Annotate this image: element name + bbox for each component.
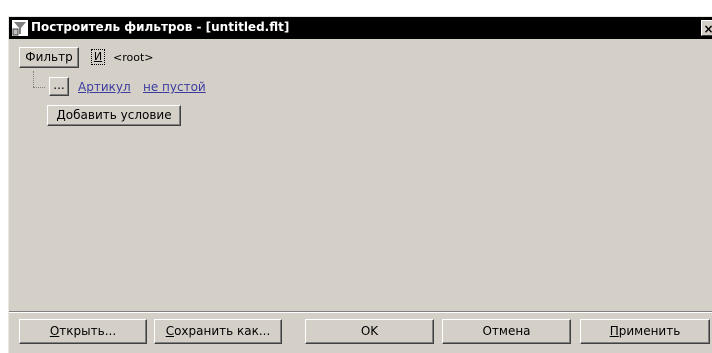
condition-operator-link[interactable]: не пустой bbox=[143, 80, 206, 94]
apply-hotkey: П bbox=[609, 324, 619, 338]
close-button[interactable]: × bbox=[701, 20, 712, 36]
apply-button[interactable]: Применить bbox=[580, 319, 710, 344]
footer-separator bbox=[9, 311, 712, 313]
apply-label: рименить bbox=[618, 324, 681, 338]
condition-field-link[interactable]: Артикул bbox=[78, 80, 131, 94]
filter-builder-window: Построитель фильтров - [untitled.flt] × … bbox=[8, 16, 712, 353]
condition-menu-button[interactable]: ... bbox=[49, 77, 69, 96]
ok-button[interactable]: OK bbox=[305, 319, 434, 344]
root-label: <root> bbox=[113, 51, 154, 64]
open-button[interactable]: Открыть... bbox=[19, 319, 147, 344]
open-label: ткрыть... bbox=[59, 324, 117, 338]
cancel-button[interactable]: Отмена bbox=[442, 319, 571, 344]
tree-line-horizontal bbox=[33, 87, 45, 88]
save-as-button[interactable]: Сохранить как... bbox=[154, 319, 282, 344]
filter-icon bbox=[12, 20, 28, 36]
close-icon: × bbox=[703, 22, 712, 36]
logical-operator-and[interactable]: И bbox=[91, 49, 105, 65]
save-label: охранить как... bbox=[174, 324, 271, 338]
window-title: Построитель фильтров - [untitled.flt] bbox=[31, 20, 290, 34]
open-hotkey: О bbox=[49, 324, 60, 338]
title-bar[interactable]: Построитель фильтров - [untitled.flt] × bbox=[9, 17, 712, 39]
add-condition-button[interactable]: Добавить условие bbox=[47, 105, 181, 126]
tree-line-vertical bbox=[33, 71, 34, 87]
save-hotkey: С bbox=[165, 324, 175, 338]
filter-button[interactable]: Фильтр bbox=[19, 47, 79, 68]
